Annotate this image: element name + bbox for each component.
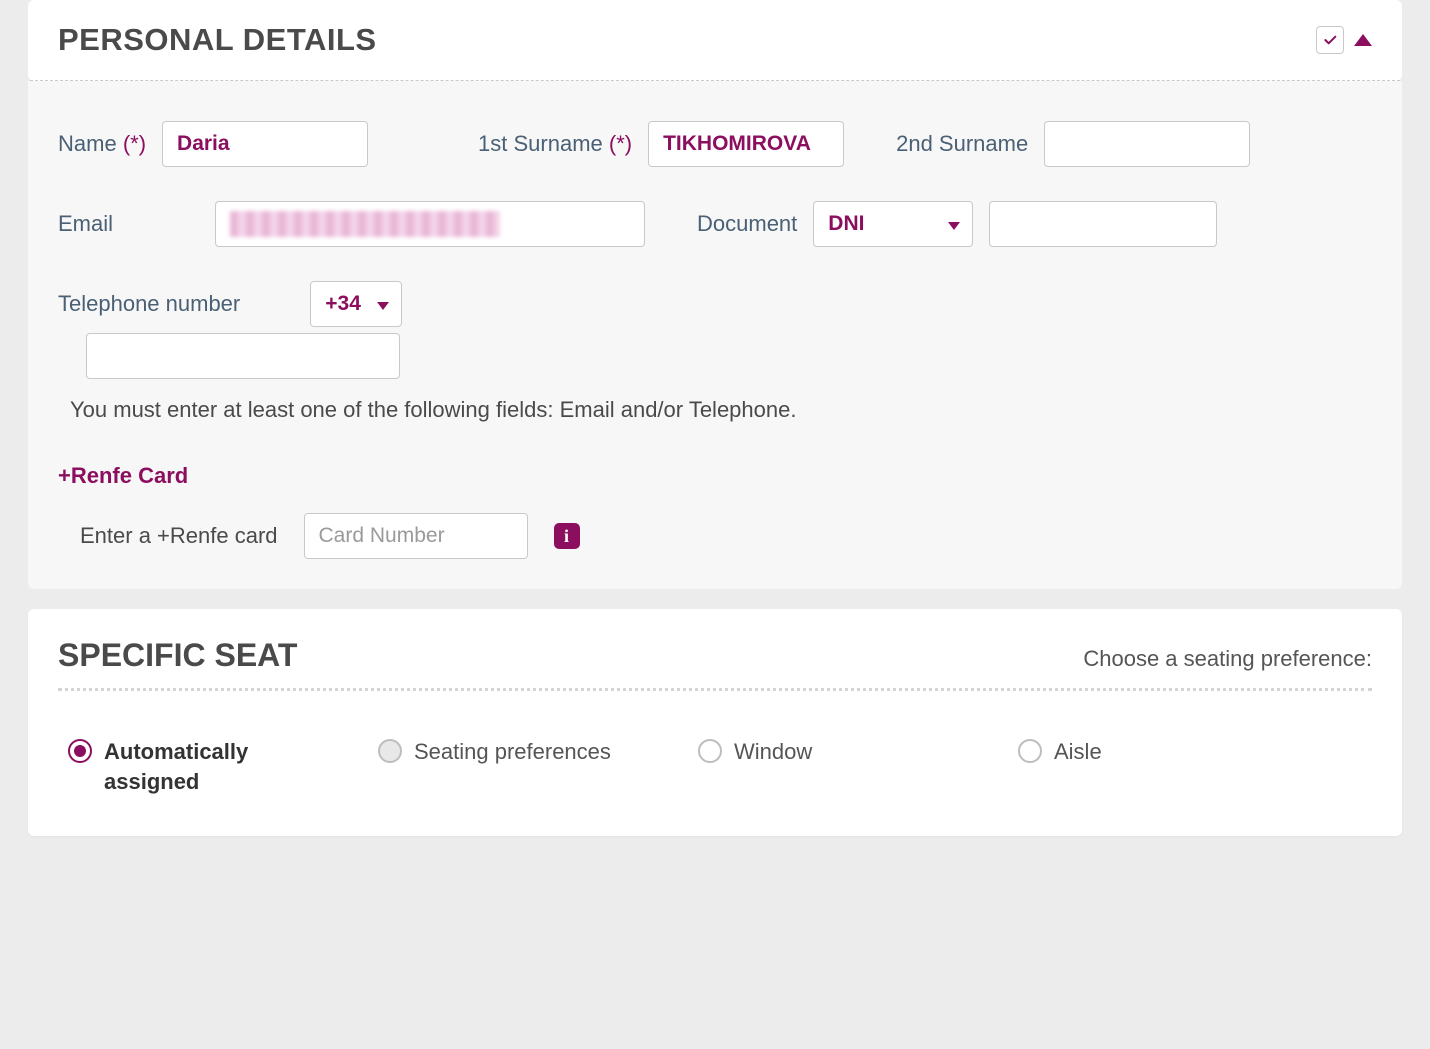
- info-icon[interactable]: i: [554, 523, 580, 549]
- seat-option-label: Automatically assigned: [104, 737, 304, 796]
- surname1-field[interactable]: [648, 121, 844, 167]
- seat-option-auto[interactable]: Automatically assigned: [68, 737, 338, 796]
- renfe-card-field[interactable]: [304, 513, 528, 559]
- radio-icon: [378, 739, 402, 763]
- specific-seat-title: SPECIFIC SEAT: [58, 637, 297, 674]
- header-actions: [1316, 26, 1372, 54]
- telephone-row: Telephone number +34: [58, 281, 1372, 327]
- seat-option-preferences[interactable]: Seating preferences: [378, 737, 658, 796]
- section-complete-indicator: [1316, 26, 1344, 54]
- radio-icon: [698, 739, 722, 763]
- personal-details-title: PERSONAL DETAILS: [58, 22, 377, 58]
- document-type-select[interactable]: DNI: [813, 201, 973, 247]
- seat-option-label: Window: [734, 737, 812, 767]
- name-field[interactable]: [162, 121, 368, 167]
- document-label: Document: [697, 211, 797, 237]
- surname2-field[interactable]: [1044, 121, 1250, 167]
- surname2-label: 2nd Surname: [896, 131, 1028, 157]
- check-icon: [1322, 32, 1338, 48]
- radio-icon: [68, 739, 92, 763]
- telephone-label: Telephone number: [58, 291, 240, 317]
- name-row: Name (*) 1st Surname (*) 2nd Surname: [58, 121, 1372, 167]
- renfe-card-row: Enter a +Renfe card i: [80, 513, 1372, 559]
- contact-hint: You must enter at least one of the follo…: [70, 397, 1372, 423]
- seat-options-row: Automatically assigned Seating preferenc…: [28, 691, 1402, 796]
- renfe-card-label: Enter a +Renfe card: [80, 523, 278, 549]
- email-doc-row: Email Document DNI: [58, 201, 1372, 247]
- document-number-field[interactable]: [989, 201, 1217, 247]
- radio-icon: [1018, 739, 1042, 763]
- renfe-card-section-title: +Renfe Card: [58, 463, 1372, 489]
- surname1-label: 1st Surname (*): [478, 131, 632, 157]
- seat-option-window[interactable]: Window: [698, 737, 978, 796]
- name-label: Name (*): [58, 131, 146, 157]
- seating-preference-subtitle: Choose a seating preference:: [1083, 646, 1372, 672]
- personal-details-body: Name (*) 1st Surname (*) 2nd Surname Ema…: [28, 81, 1402, 589]
- seat-option-label: Seating preferences: [414, 737, 611, 767]
- seat-option-aisle[interactable]: Aisle: [1018, 737, 1102, 796]
- email-field[interactable]: [215, 201, 645, 247]
- specific-seat-panel: SPECIFIC SEAT Choose a seating preferenc…: [28, 609, 1402, 836]
- email-value-redacted: [230, 211, 500, 237]
- phone-prefix-select[interactable]: +34: [310, 281, 402, 327]
- email-label: Email: [58, 211, 113, 237]
- seat-option-label: Aisle: [1054, 737, 1102, 767]
- personal-details-panel: PERSONAL DETAILS: [28, 0, 1402, 81]
- phone-number-field[interactable]: [86, 333, 400, 379]
- personal-details-header: PERSONAL DETAILS: [28, 0, 1402, 80]
- collapse-section-button[interactable]: [1354, 34, 1372, 46]
- specific-seat-header: SPECIFIC SEAT Choose a seating preferenc…: [28, 637, 1402, 682]
- telephone-number-row: [58, 333, 1372, 379]
